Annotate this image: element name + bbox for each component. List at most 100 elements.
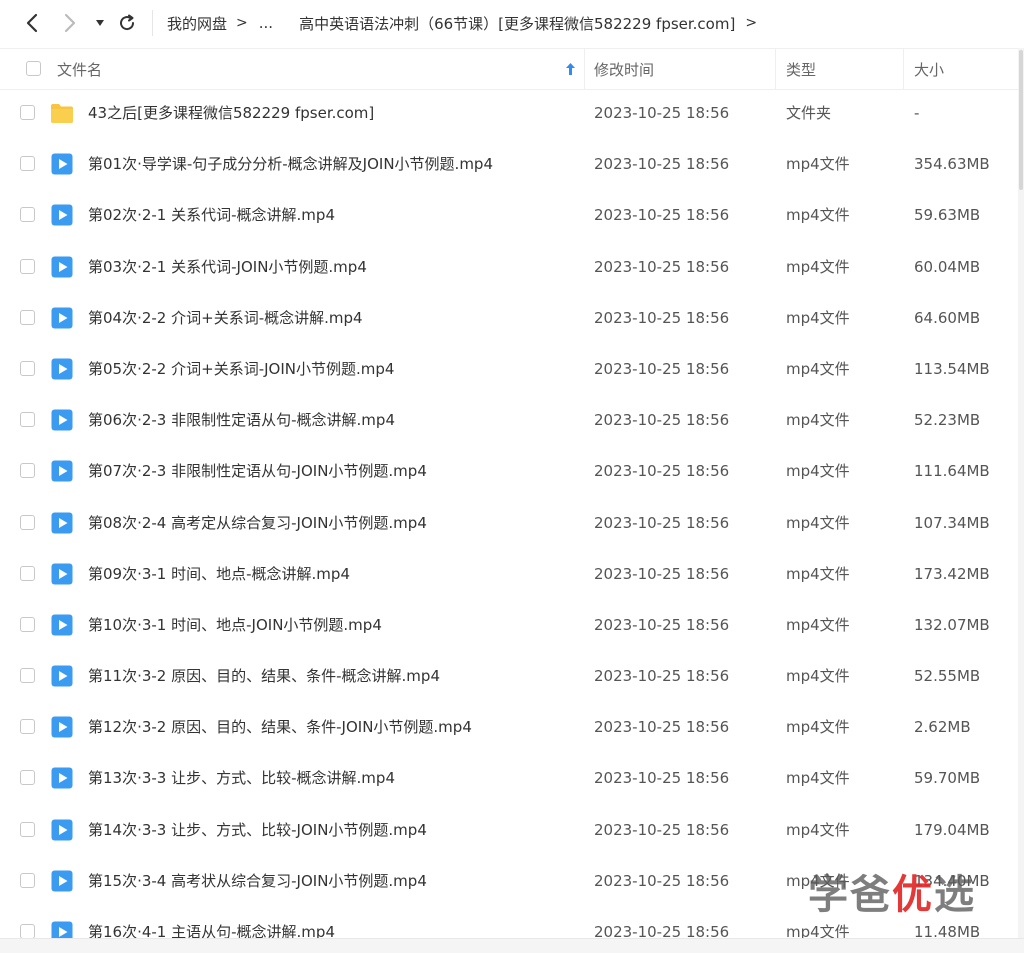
file-name[interactable]: 第15次·3-4 高考状从综合复习-JOIN小节例题.mp4 [88,856,427,907]
video-file-icon [50,357,74,381]
file-row[interactable]: 第07次·2-3 非限制性定语从句-JOIN小节例题.mp4 2023-10-2… [0,446,1018,497]
status-bar [0,938,1024,953]
file-name[interactable]: 43之后[更多课程微信582229 fpser.com] [88,88,374,139]
file-type: mp4文件 [786,462,850,481]
file-size: 59.63MB [914,206,981,225]
file-row[interactable]: 第09次·3-1 时间、地点-概念讲解.mp4 2023-10-25 18:56… [0,549,1018,600]
modified-time: 2023-10-25 18:56 [594,718,730,737]
row-checkbox[interactable] [20,412,35,428]
modified-time: 2023-10-25 18:56 [594,513,730,532]
file-name[interactable]: 第14次·3-3 让步、方式、比较-JOIN小节例题.mp4 [88,805,427,856]
breadcrumb: 我的网盘 > ... 高中英语语法冲刺（66节课）[更多课程微信582229 f… [167,0,768,46]
breadcrumb-root[interactable]: 我的网盘 [167,13,227,34]
row-checkbox[interactable] [20,360,35,376]
file-size: 59.70MB [914,769,981,788]
file-type: mp4文件 [786,359,850,378]
breadcrumb-current-folder[interactable]: 高中英语语法冲刺（66节课）[更多课程微信582229 fpser.com] [299,13,735,34]
file-row[interactable]: 第14次·3-3 让步、方式、比较-JOIN小节例题.mp4 2023-10-2… [0,805,1018,856]
file-type: mp4文件 [786,411,850,430]
file-name[interactable]: 第01次·导学课-句子成分分析-概念讲解及JOIN小节例题.mp4 [88,139,493,190]
row-checkbox[interactable] [20,668,35,684]
row-checkbox[interactable] [20,719,35,735]
video-file-icon [50,562,74,586]
refresh-button[interactable] [115,9,139,37]
modified-time: 2023-10-25 18:56 [594,104,730,122]
file-name[interactable]: 第06次·2-3 非限制性定语从句-概念讲解.mp4 [88,395,395,446]
file-name[interactable]: 第03次·2-1 关系代词-JOIN小节例题.mp4 [88,242,367,293]
history-dropdown-button[interactable] [92,9,108,37]
breadcrumb-trailing-separator[interactable]: > [745,15,757,31]
back-button[interactable] [20,9,44,37]
video-file-icon [50,613,74,637]
row-checkbox[interactable] [20,309,35,325]
watermark: 学爸 优 选 [808,862,976,920]
caret-down-icon [96,20,104,26]
file-size: 111.64MB [914,462,990,481]
video-file-icon [50,255,74,279]
file-row[interactable]: 第10次·3-1 时间、地点-JOIN小节例题.mp4 2023-10-25 1… [0,600,1018,651]
file-row[interactable]: 第04次·2-2 介词+关系词-概念讲解.mp4 2023-10-25 18:5… [0,293,1018,344]
file-name[interactable]: 第05次·2-2 介词+关系词-JOIN小节例题.mp4 [88,344,394,395]
file-row[interactable]: 第02次·2-1 关系代词-概念讲解.mp4 2023-10-25 18:56 … [0,190,1018,241]
column-header-size[interactable]: 大小 [914,49,944,89]
file-name[interactable]: 第08次·2-4 高考定从综合复习-JOIN小节例题.mp4 [88,498,427,549]
breadcrumb-ellipsis[interactable]: ... [259,14,273,32]
vertical-scrollbar-thumb[interactable] [1019,50,1023,190]
forward-button[interactable] [58,9,82,37]
row-checkbox[interactable] [20,770,35,786]
row-checkbox[interactable] [20,924,35,939]
watermark-text-1: 学爸 [808,872,892,918]
file-row[interactable]: 第12次·3-2 原因、目的、结果、条件-JOIN小节例题.mp4 2023-1… [0,702,1018,753]
row-checkbox[interactable] [20,514,35,530]
row-checkbox[interactable] [20,207,35,223]
row-checkbox[interactable] [20,616,35,632]
file-row[interactable]: 第03次·2-1 关系代词-JOIN小节例题.mp4 2023-10-25 18… [0,242,1018,293]
file-name[interactable]: 第11次·3-2 原因、目的、结果、条件-概念讲解.mp4 [88,651,440,702]
row-checkbox[interactable] [20,105,35,120]
file-list-header: 文件名 修改时间 类型 大小 [0,48,1018,90]
file-row[interactable]: 第05次·2-2 介词+关系词-JOIN小节例题.mp4 2023-10-25 … [0,344,1018,395]
file-name[interactable]: 第04次·2-2 介词+关系词-概念讲解.mp4 [88,293,363,344]
file-name[interactable]: 第10次·3-1 时间、地点-JOIN小节例题.mp4 [88,600,382,651]
file-size: 132.07MB [914,615,990,634]
file-name[interactable]: 第13次·3-3 让步、方式、比较-概念讲解.mp4 [88,753,395,804]
column-divider[interactable] [584,49,585,89]
file-row[interactable]: 43之后[更多课程微信582229 fpser.com] 2023-10-25 … [0,88,1018,139]
file-row[interactable]: 第11次·3-2 原因、目的、结果、条件-概念讲解.mp4 2023-10-25… [0,651,1018,702]
modified-time: 2023-10-25 18:56 [594,359,730,378]
file-type: mp4文件 [786,206,850,225]
file-row[interactable]: 第13次·3-3 让步、方式、比较-概念讲解.mp4 2023-10-25 18… [0,753,1018,804]
file-size: 52.23MB [914,411,981,430]
file-size: 2.62MB [914,718,971,737]
row-checkbox[interactable] [20,156,35,172]
video-file-icon [50,152,74,176]
column-divider[interactable] [903,49,904,89]
file-row[interactable]: 第06次·2-3 非限制性定语从句-概念讲解.mp4 2023-10-25 18… [0,395,1018,446]
row-checkbox[interactable] [20,565,35,581]
file-name[interactable]: 第12次·3-2 原因、目的、结果、条件-JOIN小节例题.mp4 [88,702,472,753]
file-name[interactable]: 第07次·2-3 非限制性定语从句-JOIN小节例题.mp4 [88,446,427,497]
column-divider[interactable] [775,49,776,89]
row-checkbox[interactable] [20,258,35,274]
column-header-type[interactable]: 类型 [786,49,816,89]
select-all-checkbox[interactable] [26,61,41,76]
row-checkbox[interactable] [20,872,35,888]
file-name[interactable]: 第09次·3-1 时间、地点-概念讲解.mp4 [88,549,350,600]
file-type: mp4文件 [786,564,850,583]
file-row[interactable]: 第01次·导学课-句子成分分析-概念讲解及JOIN小节例题.mp4 2023-1… [0,139,1018,190]
video-file-icon [50,766,74,790]
file-name[interactable]: 第02次·2-1 关系代词-概念讲解.mp4 [88,190,335,241]
modified-time: 2023-10-25 18:56 [594,206,730,225]
modified-time: 2023-10-25 18:56 [594,155,730,174]
row-checkbox[interactable] [20,463,35,479]
video-file-icon [50,715,74,739]
file-row[interactable]: 第08次·2-4 高考定从综合复习-JOIN小节例题.mp4 2023-10-2… [0,498,1018,549]
row-checkbox[interactable] [20,821,35,837]
column-header-modified-time[interactable]: 修改时间 [594,49,654,89]
file-size: 179.04MB [914,820,990,839]
file-list: 43之后[更多课程微信582229 fpser.com] 2023-10-25 … [0,88,1018,958]
column-header-name[interactable]: 文件名 [57,49,102,89]
sort-ascending-icon[interactable] [565,62,576,76]
video-file-icon [50,459,74,483]
file-type: mp4文件 [786,513,850,532]
